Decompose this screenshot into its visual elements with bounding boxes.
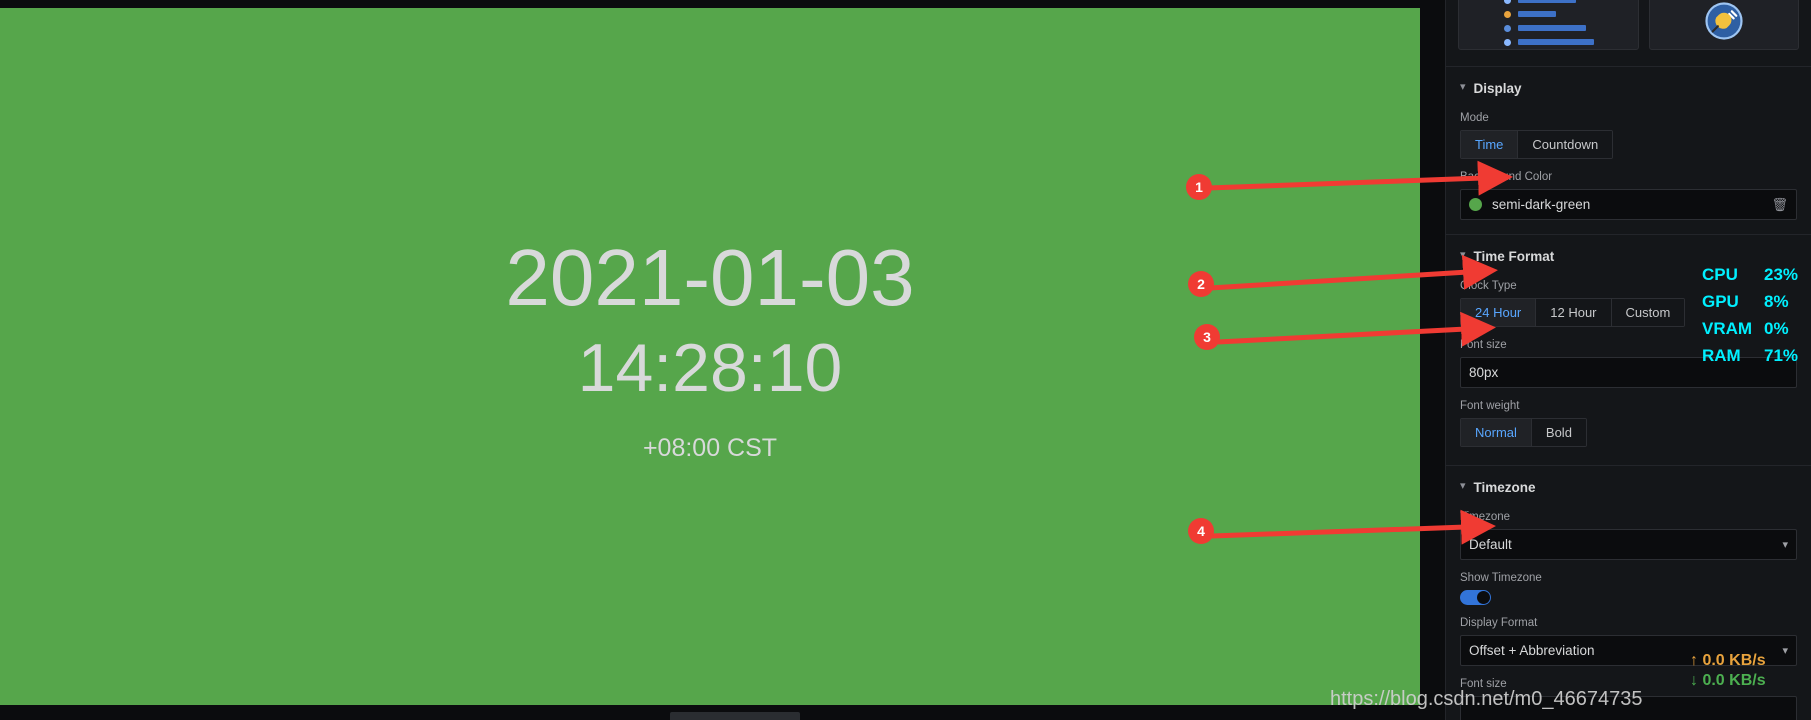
section-header-timezone[interactable]: ▾ Timezone (1460, 466, 1797, 499)
mode-option-time[interactable]: Time (1461, 131, 1519, 158)
viz-option-bar-gauge[interactable] (1458, 0, 1639, 50)
label-mode: Mode (1460, 112, 1489, 124)
label-time-font-weight: Font weight (1460, 400, 1520, 412)
clock-panel[interactable]: 2021-01-03 14:28:10 +08:00 CST (0, 8, 1420, 705)
label-display-format: Display Format (1460, 617, 1538, 629)
annotation-marker-1: 1 (1186, 174, 1212, 200)
field-display-format: Display Format Offset + Abbreviation ▾ (1446, 617, 1811, 666)
trash-icon[interactable]: 🗑 (1771, 197, 1788, 213)
viz-option-plugin[interactable] (1649, 0, 1799, 50)
chevron-down-icon[interactable]: ▾ (1782, 538, 1788, 551)
field-background-color: Background Color semi-dark-green 🗑 (1446, 171, 1811, 220)
label-tz-font-size: Font size (1460, 678, 1507, 690)
clock-type-24-hour[interactable]: 24 Hour (1461, 299, 1537, 326)
display-format-value: Offset + Abbreviation (1469, 643, 1595, 658)
tz-font-size-input[interactable] (1460, 696, 1797, 720)
show-timezone-toggle[interactable] (1460, 590, 1491, 605)
annotation-marker-4: 4 (1188, 518, 1214, 544)
chevron-down-icon: ▾ (1460, 480, 1466, 492)
section-title-display: Display (1473, 81, 1522, 96)
section-timezone: ▾ Timezone (1446, 466, 1811, 499)
font-weight-radio-group[interactable]: Normal Bold (1460, 418, 1587, 447)
font-weight-bold[interactable]: Bold (1531, 419, 1586, 446)
panel-gap-column (1420, 0, 1445, 720)
screen-root: 2021-01-03 14:28:10 +08:00 CST ▾ Display… (0, 0, 1811, 720)
clock-time: 14:28:10 (577, 330, 843, 406)
field-tz-font-size: Font size (1446, 678, 1811, 720)
section-header-time-format[interactable]: ▾ Time Format (1460, 235, 1797, 268)
color-swatch-icon (1469, 198, 1482, 211)
timezone-value: Default (1469, 537, 1512, 552)
toggle-knob (1477, 591, 1490, 604)
section-display: ▾ Display (1446, 67, 1811, 100)
field-clock-type: Clock Type 24 Hour 12 Hour Custom (1446, 280, 1811, 327)
label-clock-type: Clock Type (1460, 280, 1517, 292)
chevron-down-icon: ▾ (1460, 81, 1466, 93)
font-weight-normal[interactable]: Normal (1461, 419, 1532, 446)
clock-type-radio-group[interactable]: 24 Hour 12 Hour Custom (1460, 298, 1686, 327)
field-show-timezone: Show Timezone (1446, 572, 1811, 605)
mode-option-countdown[interactable]: Countdown (1518, 131, 1613, 158)
chevron-down-icon[interactable]: ▾ (1782, 644, 1788, 657)
field-time-font-weight: Font weight Normal Bold (1446, 400, 1811, 447)
time-font-size-value: 80px (1469, 365, 1499, 380)
field-mode: Mode Time Countdown (1446, 112, 1811, 159)
section-title-timezone: Timezone (1473, 480, 1536, 495)
chevron-down-icon: ▾ (1460, 249, 1466, 261)
section-time-format: ▾ Time Format (1446, 235, 1811, 268)
panel-options-sidebar: ▾ Display Mode Time Countdown Background… (1445, 0, 1811, 720)
label-show-timezone: Show Timezone (1460, 572, 1542, 584)
field-timezone-select: Timezone Default ▾ (1446, 511, 1811, 560)
label-time-font-size: Font size (1460, 339, 1507, 351)
mode-radio-group[interactable]: Time Countdown (1460, 130, 1614, 159)
section-title-time-format: Time Format (1473, 249, 1555, 264)
top-dark-strip (0, 0, 1420, 8)
label-background-color: Background Color (1460, 171, 1553, 183)
clock-type-12-hour[interactable]: 12 Hour (1536, 299, 1612, 326)
plug-thumbnail-icon (1705, 2, 1743, 40)
clock-date: 2021-01-03 (505, 233, 915, 322)
field-time-font-size: Font size 80px (1446, 339, 1811, 388)
background-color-input[interactable]: semi-dark-green 🗑 (1460, 189, 1797, 220)
clock-timezone-label: +08:00 CST (642, 434, 778, 463)
annotation-marker-3: 3 (1194, 324, 1220, 350)
taskbar-nub[interactable] (670, 712, 800, 720)
annotation-marker-2: 2 (1188, 271, 1214, 297)
section-header-display[interactable]: ▾ Display (1460, 67, 1797, 100)
time-font-size-input[interactable]: 80px (1460, 357, 1797, 388)
clock-type-custom[interactable]: Custom (1611, 299, 1685, 326)
label-timezone: Timezone (1460, 511, 1511, 523)
background-color-value: semi-dark-green (1492, 197, 1591, 212)
timezone-select[interactable]: Default ▾ (1460, 529, 1797, 560)
visualization-picker-row (1446, 0, 1811, 52)
display-format-select[interactable]: Offset + Abbreviation ▾ (1460, 635, 1797, 666)
bar-gauge-thumbnail-icon (1503, 0, 1594, 46)
